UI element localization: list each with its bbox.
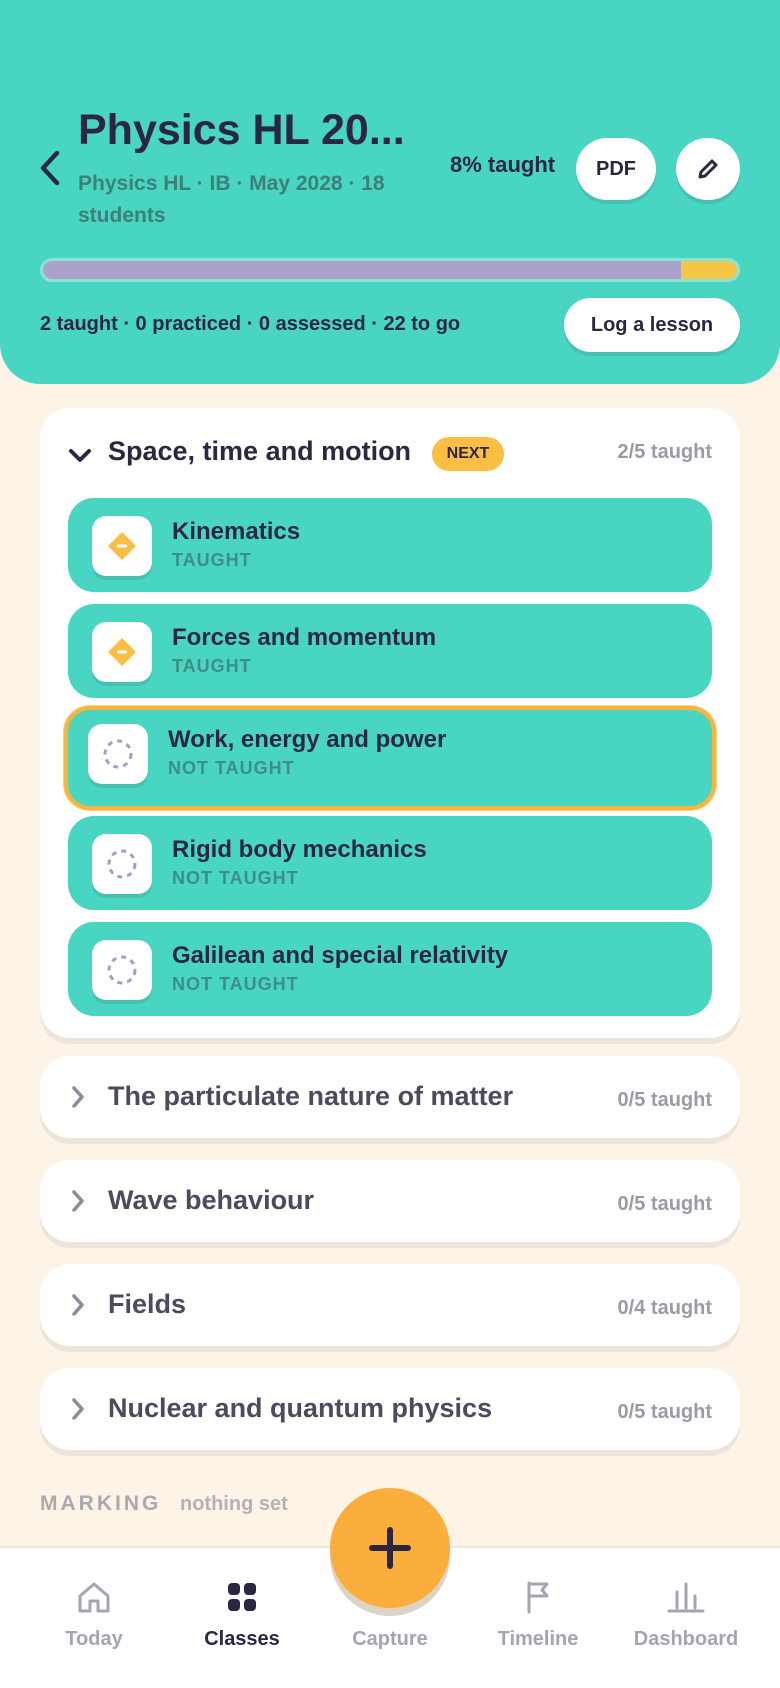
chevron-right-icon [66,1285,90,1325]
section-fields[interactable]: Fields 0/4 taught [40,1264,740,1346]
dashed-circle-icon [92,940,152,1000]
back-button[interactable] [30,140,70,196]
nav-classes[interactable]: Classes [164,1574,320,1664]
section-count: 0/5 taught [617,1401,712,1423]
section-wave-behaviour[interactable]: Wave behaviour 0/5 taught [40,1160,740,1242]
nav-label: Capture [352,1628,428,1650]
dashed-circle-icon [88,724,148,784]
log-lesson-button[interactable]: Log a lesson [564,298,740,352]
topic-name: Kinematics [172,518,301,545]
section-title[interactable]: Space, time and motion [108,436,411,467]
class-header: Physics HL 20... Physics HL · IB · May 2… [0,0,780,384]
nav-label: Dashboard [633,1628,739,1650]
section-title: Wave behaviour [108,1185,315,1215]
section-count: 0/5 taught [617,1193,712,1215]
topic-name: Rigid body mechanics [172,836,427,863]
topic-galilean-special-relativity[interactable]: Galilean and special relativity NOT TAUG… [68,922,712,1016]
dashed-circle-icon [92,834,152,894]
section-title: Nuclear and quantum physics [108,1393,493,1423]
marking-value[interactable]: nothing set [180,1493,288,1516]
class-subtitle: Physics HL · IB · May 2028 · 18 students [78,172,385,227]
topic-forces-and-momentum[interactable]: Forces and momentum TAUGHT [68,604,712,698]
topic-rigid-body-mechanics[interactable]: Rigid body mechanics NOT TAUGHT [68,816,712,910]
chevron-left-icon [40,150,60,186]
section-nuclear-quantum[interactable]: Nuclear and quantum physics 0/5 taught [40,1368,740,1450]
home-icon [76,1574,112,1620]
chevron-right-icon [66,1077,90,1117]
topic-name: Galilean and special relativity [172,942,509,969]
section-count: 2/5 taught [617,441,712,463]
section-space-time-motion: Space, time and motion NEXT 2/5 taught K… [40,408,740,1038]
topic-kinematics[interactable]: Kinematics TAUGHT [68,498,712,592]
nav-timeline[interactable]: Timeline [460,1574,616,1664]
section-count: 0/4 taught [617,1297,712,1319]
percent-taught: 8% taught [450,152,556,177]
topic-status: NOT TAUGHT [168,758,295,778]
nav-label: Timeline [497,1628,579,1650]
topic-name: Work, energy and power [168,726,447,753]
section-title: Fields [108,1289,187,1319]
topic-work-energy-power[interactable]: Work, energy and power NOT TAUGHT [64,706,716,810]
chevron-down-icon [69,449,91,462]
progress-stats: 2 taught · 0 practiced · 0 assessed · 22… [40,313,461,335]
topic-status: TAUGHT [172,550,252,570]
capture-button[interactable] [330,1488,450,1608]
topic-status: TAUGHT [172,656,252,676]
chevron-right-icon [66,1181,90,1221]
nav-label: Classes [204,1628,280,1650]
grid-icon [226,1574,258,1620]
section-count: 0/5 taught [617,1089,712,1111]
bar-chart-icon [666,1574,706,1620]
topic-status: NOT TAUGHT [172,974,299,994]
nav-today[interactable]: Today [16,1574,172,1664]
taught-diamond-icon [92,622,152,682]
section-title: The particulate nature of matter [108,1081,514,1111]
collapse-section-toggle[interactable] [66,436,94,476]
nav-label: Today [65,1628,123,1650]
pdf-button[interactable]: PDF [576,138,656,200]
flag-icon [523,1574,553,1620]
progress-fill [43,261,682,279]
course-progress-bar [40,258,740,282]
topic-name: Forces and momentum [172,624,437,651]
page-title: Physics HL 20... [78,106,405,154]
pencil-icon [698,159,718,179]
chevron-right-icon [66,1389,90,1429]
plus-icon [369,1527,411,1569]
topic-status: NOT TAUGHT [172,868,299,888]
next-badge: NEXT [432,437,504,471]
marking-label: MARKING [40,1492,162,1515]
nav-dashboard[interactable]: Dashboard [608,1574,764,1664]
section-particulate-nature[interactable]: The particulate nature of matter 0/5 tau… [40,1056,740,1138]
taught-diamond-icon [92,516,152,576]
edit-button[interactable] [676,138,740,200]
